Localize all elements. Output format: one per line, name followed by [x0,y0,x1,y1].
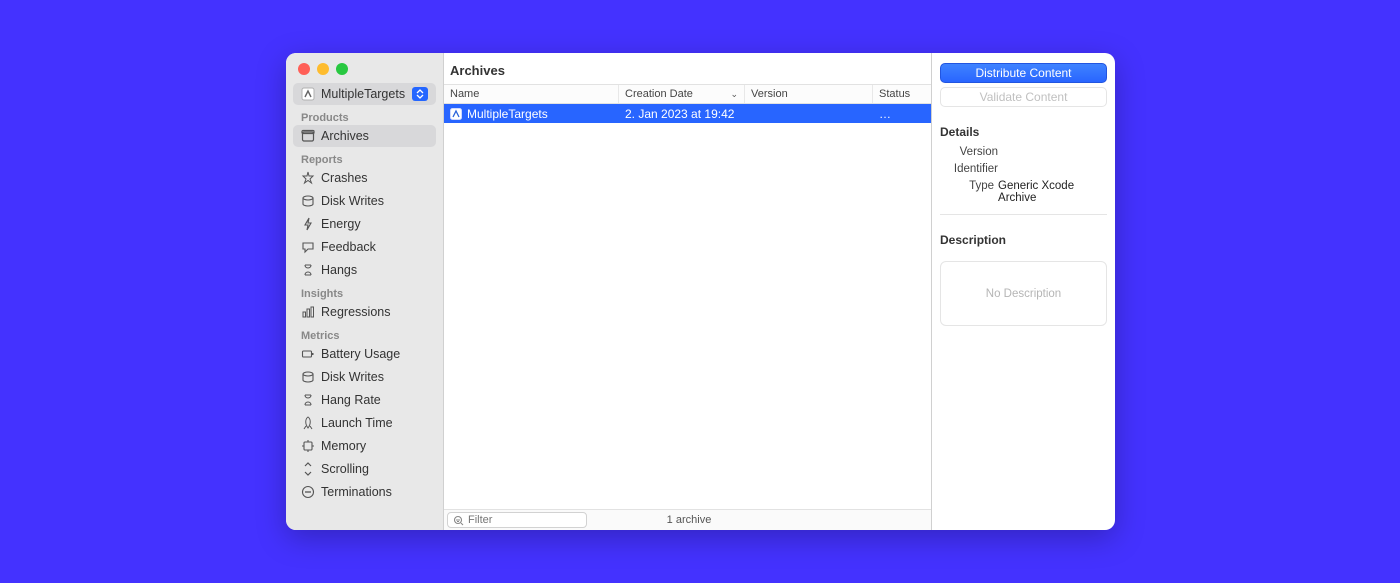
sidebar-group-products: Products [286,106,443,125]
archive-icon [301,129,315,143]
bars-icon [301,305,315,319]
close-button[interactable] [298,63,310,75]
sort-indicator-icon: ⌄ [730,89,738,100]
sidebar-item-regressions[interactable]: Regressions [293,301,436,323]
sidebar-item-label: Energy [321,217,361,231]
row-status: … [873,107,931,121]
minus-circle-icon [301,485,315,499]
hourglass-icon [301,393,315,407]
sidebar-item-energy[interactable]: Energy [293,213,436,235]
sidebar: MultipleTargets Products Archives Report… [286,53,444,530]
sidebar-item-launch-time[interactable]: Launch Time [293,412,436,434]
detail-version: Version [940,146,1107,158]
sidebar-item-terminations[interactable]: Terminations [293,481,436,503]
detail-type-value: Generic Xcode Archive [994,180,1107,204]
filter-field[interactable] [447,512,587,528]
detail-version-label: Version [940,146,998,158]
validate-content-button[interactable]: Validate Content [940,87,1107,107]
table-header-row: Name Creation Date ⌄ Version Status [444,84,931,104]
project-selector[interactable]: MultipleTargets [293,83,436,105]
sidebar-item-disk-writes-reports[interactable]: Disk Writes [293,190,436,212]
sidebar-group-metrics: Metrics [286,324,443,343]
details-pane: Distribute Content Validate Content Deta… [932,53,1115,530]
sidebar-item-label: Memory [321,439,366,453]
project-name: MultipleTargets [321,87,405,101]
sidebar-item-disk-writes-metrics[interactable]: Disk Writes [293,366,436,388]
table-footer: 1 archive [444,509,931,530]
sidebar-item-hang-rate[interactable]: Hang Rate [293,389,436,411]
bolt-icon [301,217,315,231]
column-header-date[interactable]: Creation Date ⌄ [619,85,745,103]
description-section-header: Description [940,233,1107,249]
sidebar-item-label: Hang Rate [321,393,381,407]
column-header-name[interactable]: Name [444,85,619,103]
detail-type: Type Generic Xcode Archive [940,180,1107,204]
sidebar-item-label: Scrolling [321,462,369,476]
row-date: 2. Jan 2023 at 19:42 [619,107,745,121]
sidebar-item-label: Feedback [321,240,376,254]
column-header-status[interactable]: Status [873,85,931,103]
page-title: Archives [444,53,931,84]
scroll-icon [301,462,315,476]
detail-identifier-label: Identifier [940,163,998,175]
archive-count: 1 archive [587,514,791,526]
sidebar-group-insights: Insights [286,282,443,301]
row-name: MultipleTargets [467,107,548,121]
app-icon [450,108,462,120]
sidebar-item-archives[interactable]: Archives [293,125,436,147]
speech-icon [301,240,315,254]
table-body: MultipleTargets 2. Jan 2023 at 19:42 … [444,104,931,509]
sidebar-item-battery[interactable]: Battery Usage [293,343,436,365]
chip-icon [301,439,315,453]
zoom-button[interactable] [336,63,348,75]
description-placeholder: No Description [986,288,1061,300]
table-row[interactable]: MultipleTargets 2. Jan 2023 at 19:42 … [444,104,931,123]
distribute-content-button[interactable]: Distribute Content [940,63,1107,83]
detail-type-label: Type [940,180,994,204]
sidebar-item-memory[interactable]: Memory [293,435,436,457]
sidebar-item-feedback[interactable]: Feedback [293,236,436,258]
detail-identifier: Identifier [940,163,1107,175]
minimize-button[interactable] [317,63,329,75]
archives-pane: Archives Name Creation Date ⌄ Version St… [444,53,932,530]
sidebar-item-label: Regressions [321,305,390,319]
organizer-window: MultipleTargets Products Archives Report… [286,53,1115,530]
rocket-icon [301,416,315,430]
sidebar-item-label: Archives [321,129,369,143]
filter-icon [453,515,464,526]
spark-icon [301,171,315,185]
sidebar-item-label: Launch Time [321,416,393,430]
project-popup-arrows[interactable] [412,87,428,101]
battery-icon [301,347,315,361]
disk-icon [301,194,315,208]
app-icon [301,87,315,101]
sidebar-group-reports: Reports [286,148,443,167]
column-header-date-label: Creation Date [625,88,693,100]
sidebar-item-scrolling[interactable]: Scrolling [293,458,436,480]
sidebar-item-label: Hangs [321,263,357,277]
window-controls [286,59,443,83]
sidebar-item-label: Crashes [321,171,368,185]
sidebar-item-label: Terminations [321,485,392,499]
sidebar-item-crashes[interactable]: Crashes [293,167,436,189]
column-header-version[interactable]: Version [745,85,873,103]
divider [940,214,1107,215]
sidebar-item-label: Battery Usage [321,347,400,361]
sidebar-item-hangs[interactable]: Hangs [293,259,436,281]
detail-version-value [998,146,1002,158]
details-section-header: Details [940,125,1107,141]
disk-icon [301,370,315,384]
detail-identifier-value [998,163,1002,175]
description-field[interactable]: No Description [940,261,1107,326]
hourglass-icon [301,263,315,277]
sidebar-item-label: Disk Writes [321,370,384,384]
sidebar-item-label: Disk Writes [321,194,384,208]
